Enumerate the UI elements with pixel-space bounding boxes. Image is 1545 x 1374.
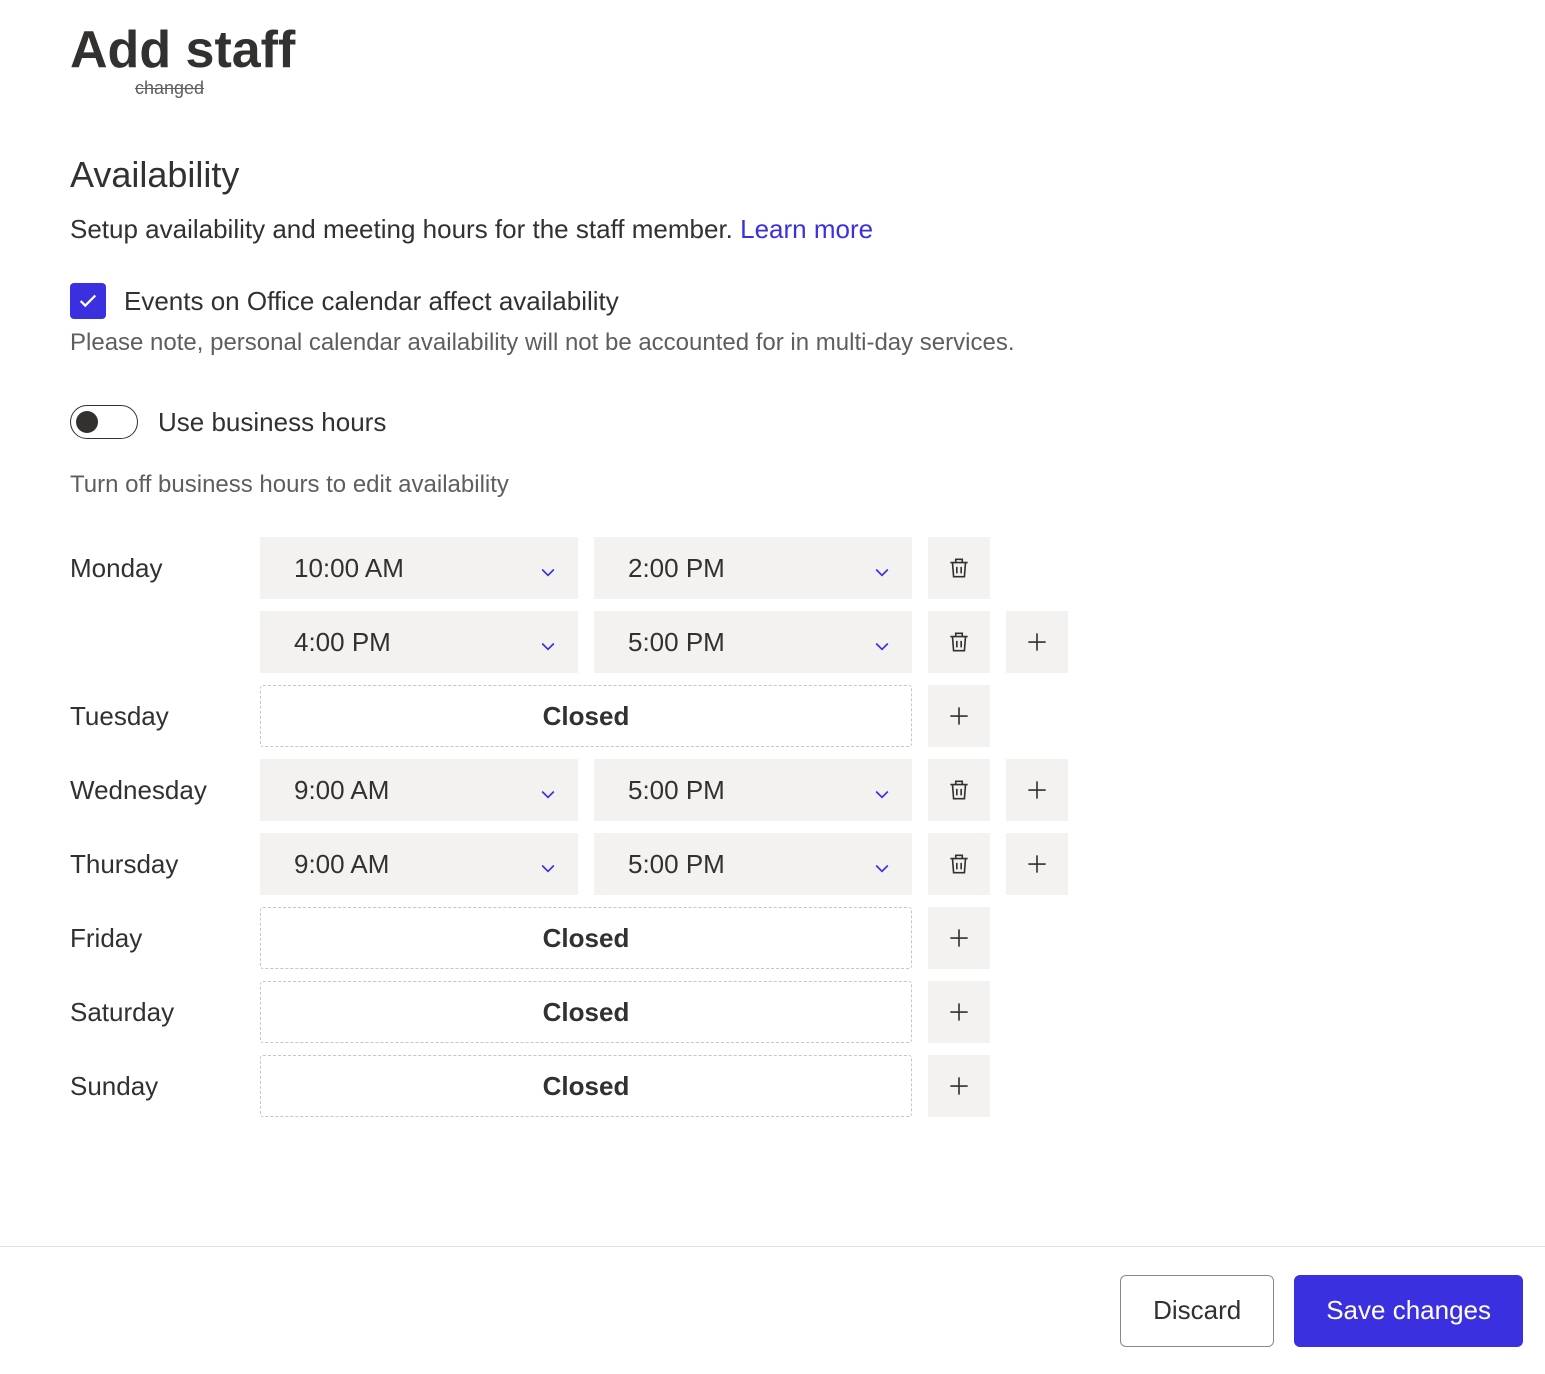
- business-hours-label: Use business hours: [158, 407, 386, 438]
- day-label-thursday: Thursday: [70, 833, 260, 880]
- plus-icon: [946, 999, 972, 1025]
- time-slot-row: 10:00 AM 2:00 PM: [260, 537, 1475, 599]
- truncated-text: changed: [135, 78, 1475, 99]
- time-slot-row: 9:00 AM 5:00 PM: [260, 833, 1475, 895]
- day-label-tuesday: Tuesday: [70, 685, 260, 732]
- business-hours-toggle[interactable]: [70, 405, 138, 439]
- office-calendar-note: Please note, personal calendar availabil…: [70, 329, 1475, 357]
- office-calendar-label: Events on Office calendar affect availab…: [124, 286, 619, 317]
- delete-slot-button[interactable]: [928, 611, 990, 673]
- start-time-value: 9:00 AM: [294, 775, 389, 806]
- closed-box: Closed: [260, 1055, 912, 1117]
- footer-bar: Discard Save changes: [0, 1246, 1545, 1374]
- end-time-value: 5:00 PM: [628, 775, 725, 806]
- plus-icon: [946, 1073, 972, 1099]
- chevron-down-icon: [872, 780, 892, 800]
- trash-icon: [946, 555, 972, 581]
- end-time-select[interactable]: 2:00 PM: [594, 537, 912, 599]
- add-slot-button[interactable]: [1006, 611, 1068, 673]
- time-slot-row: 4:00 PM 5:00 PM: [260, 611, 1475, 673]
- learn-more-link[interactable]: Learn more: [740, 214, 873, 244]
- add-slot-button[interactable]: [1006, 759, 1068, 821]
- plus-icon: [1024, 851, 1050, 877]
- end-time-value: 5:00 PM: [628, 849, 725, 880]
- plus-icon: [1024, 629, 1050, 655]
- start-time-value: 10:00 AM: [294, 553, 404, 584]
- discard-button[interactable]: Discard: [1120, 1275, 1274, 1347]
- section-desc-text: Setup availability and meeting hours for…: [70, 214, 733, 244]
- delete-slot-button[interactable]: [928, 537, 990, 599]
- start-time-select[interactable]: 9:00 AM: [260, 833, 578, 895]
- closed-row: Closed: [260, 981, 1475, 1043]
- plus-icon: [1024, 777, 1050, 803]
- add-slot-button[interactable]: [928, 981, 990, 1043]
- day-label-friday: Friday: [70, 907, 260, 954]
- end-time-select[interactable]: 5:00 PM: [594, 611, 912, 673]
- trash-icon: [946, 629, 972, 655]
- business-hours-note: Turn off business hours to edit availabi…: [70, 471, 1475, 499]
- chevron-down-icon: [872, 558, 892, 578]
- chevron-down-icon: [538, 632, 558, 652]
- day-label-sunday: Sunday: [70, 1055, 260, 1102]
- end-time-select[interactable]: 5:00 PM: [594, 759, 912, 821]
- section-description: Setup availability and meeting hours for…: [70, 214, 1475, 245]
- chevron-down-icon: [872, 632, 892, 652]
- save-button[interactable]: Save changes: [1294, 1275, 1523, 1347]
- chevron-down-icon: [538, 558, 558, 578]
- start-time-select[interactable]: 4:00 PM: [260, 611, 578, 673]
- add-slot-button[interactable]: [928, 907, 990, 969]
- closed-row: Closed: [260, 685, 1475, 747]
- closed-box: Closed: [260, 907, 912, 969]
- office-calendar-checkbox[interactable]: [70, 283, 106, 319]
- end-time-select[interactable]: 5:00 PM: [594, 833, 912, 895]
- closed-row: Closed: [260, 1055, 1475, 1117]
- start-time-value: 9:00 AM: [294, 849, 389, 880]
- delete-slot-button[interactable]: [928, 759, 990, 821]
- day-label-wednesday: Wednesday: [70, 759, 260, 806]
- toggle-knob: [76, 411, 98, 433]
- page-title: Add staff: [70, 20, 1475, 80]
- time-slot-row: 9:00 AM 5:00 PM: [260, 759, 1475, 821]
- delete-slot-button[interactable]: [928, 833, 990, 895]
- day-label-monday: Monday: [70, 537, 260, 584]
- closed-row: Closed: [260, 907, 1475, 969]
- closed-box: Closed: [260, 981, 912, 1043]
- closed-box: Closed: [260, 685, 912, 747]
- day-label-saturday: Saturday: [70, 981, 260, 1028]
- add-slot-button[interactable]: [1006, 833, 1068, 895]
- check-icon: [77, 290, 99, 312]
- start-time-select[interactable]: 10:00 AM: [260, 537, 578, 599]
- end-time-value: 2:00 PM: [628, 553, 725, 584]
- chevron-down-icon: [538, 854, 558, 874]
- section-heading-availability: Availability: [70, 154, 1475, 196]
- chevron-down-icon: [538, 780, 558, 800]
- add-slot-button[interactable]: [928, 685, 990, 747]
- start-time-select[interactable]: 9:00 AM: [260, 759, 578, 821]
- schedule-grid: Monday 10:00 AM 2:00 PM 4:00 PM: [70, 537, 1475, 1117]
- start-time-value: 4:00 PM: [294, 627, 391, 658]
- end-time-value: 5:00 PM: [628, 627, 725, 658]
- plus-icon: [946, 703, 972, 729]
- trash-icon: [946, 777, 972, 803]
- chevron-down-icon: [872, 854, 892, 874]
- trash-icon: [946, 851, 972, 877]
- add-slot-button[interactable]: [928, 1055, 990, 1117]
- plus-icon: [946, 925, 972, 951]
